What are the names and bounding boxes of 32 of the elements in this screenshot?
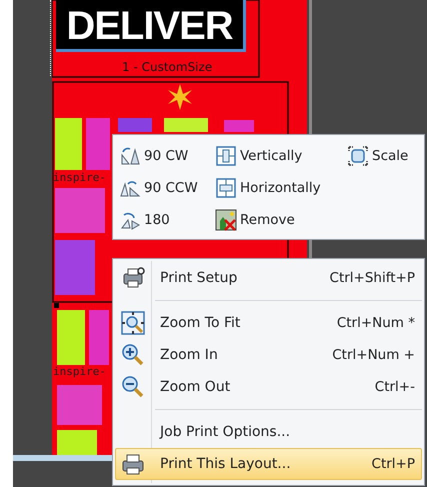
menu-item[interactable]: 90 CW (119, 143, 211, 169)
menu-item[interactable]: Vertically (215, 143, 343, 169)
shortcut-text: Ctrl+Shift+P (330, 270, 415, 286)
zoom-in-icon (120, 342, 146, 368)
shortcut-text: Ctrl+Num * (336, 315, 415, 331)
menu-item[interactable]: Remove (215, 207, 343, 233)
zoom-fit-icon (120, 310, 146, 336)
rotate-right-icon (119, 145, 141, 167)
menu-item[interactable]: Zoom To Fit Ctrl+Num * (115, 307, 422, 339)
horizontal-flip-icon (215, 177, 237, 199)
menu-item[interactable]: Horizontally (215, 175, 343, 201)
zoom-out-icon (120, 374, 146, 400)
menu-item[interactable]: Zoom Out Ctrl+- (115, 371, 422, 403)
menu-item[interactable]: Print This Layout... Ctrl+P (115, 448, 422, 480)
logo-text: DELIVER (56, 0, 246, 52)
shortcut-text: Ctrl+P (372, 456, 415, 472)
handle-icon[interactable] (54, 303, 59, 308)
menu-item[interactable]: Scale (347, 143, 408, 169)
page-label: 1 - CustomSize (122, 60, 212, 74)
star-icon (168, 84, 192, 110)
menu-item[interactable]: 90 CCW (119, 175, 211, 201)
menu-item[interactable]: Job Print Options... (115, 416, 422, 448)
shortcut-text: Ctrl+- (374, 379, 415, 395)
vertical-flip-icon (215, 145, 237, 167)
menu-item[interactable]: Print Setup Ctrl+Shift+P (115, 262, 422, 294)
remove-picture-icon (215, 209, 237, 231)
menu-item[interactable]: 180 (119, 207, 211, 233)
caption-text: inspire- (53, 171, 106, 184)
scale-icon (347, 145, 369, 167)
menu-item[interactable]: Zoom In Ctrl+Num + (115, 339, 422, 371)
caption-text: inspire- (53, 365, 106, 378)
shortcut-text: Ctrl+Num + (332, 347, 415, 363)
